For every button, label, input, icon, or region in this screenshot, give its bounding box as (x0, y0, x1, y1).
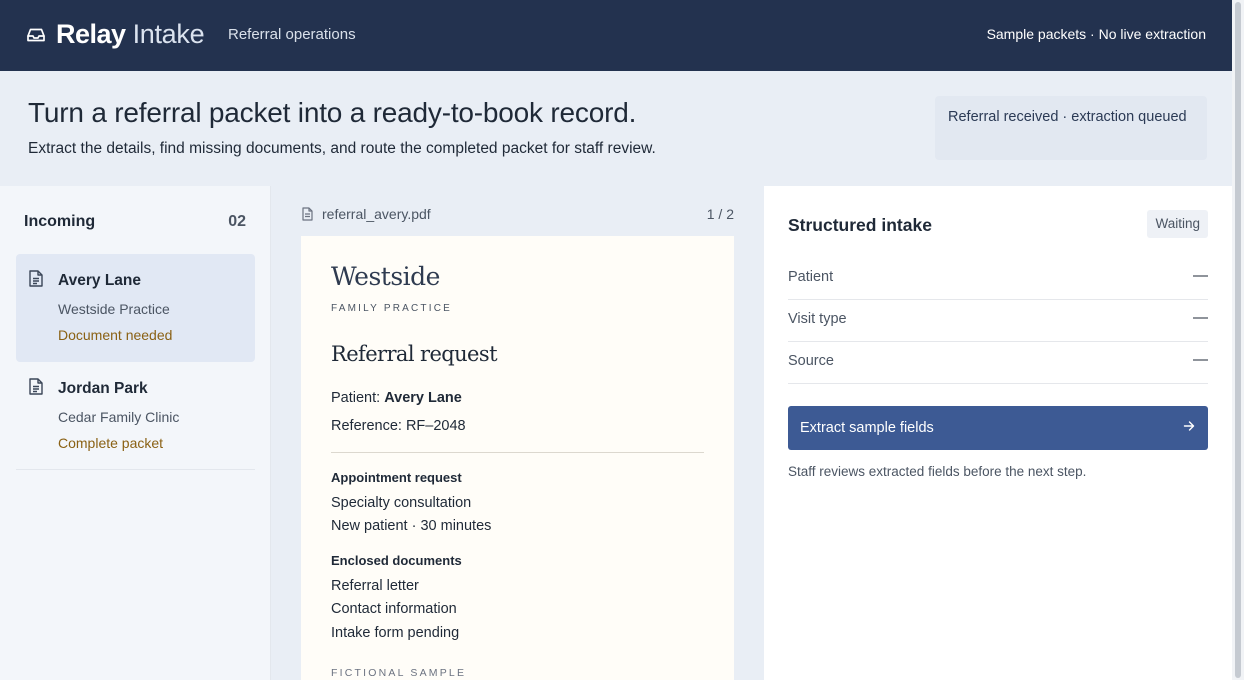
sidebar-heading: Incoming (24, 213, 96, 230)
file-bar: referral_avery.pdf (302, 206, 431, 222)
brand-subtitle: Intake (132, 19, 205, 49)
field-label: Visit type (788, 311, 847, 327)
arrow-right-icon (1182, 419, 1196, 433)
document-icon (29, 270, 43, 287)
enclosed-line: Contact information (331, 601, 457, 617)
card-practice: Cedar Family Clinic (58, 409, 180, 425)
document-viewer: referral_avery.pdf 1 / 2 Westside FAMILY… (272, 186, 763, 680)
card-status: Document needed (58, 327, 173, 343)
enclosed-line: Referral letter (331, 578, 419, 594)
structured-intake-panel: Structured intake Waiting Patient — Visi… (764, 186, 1232, 680)
status-badge: Referral received · extraction queued (935, 96, 1207, 160)
inbox-icon (26, 25, 46, 45)
sidebar-divider (16, 469, 255, 470)
page-subtitle: Extract the details, find missing docume… (28, 140, 656, 157)
referral-card-jordan-park[interactable]: Jordan Park Cedar Family Clinic Complete… (16, 362, 255, 470)
referral-card-avery-lane[interactable]: Avery Lane Westside Practice Document ne… (16, 254, 255, 362)
button-label: Extract sample fields (800, 420, 934, 436)
scrollbar-thumb[interactable] (1235, 2, 1241, 678)
page-title: Turn a referral packet into a ready-to-b… (28, 97, 637, 128)
enclosed-heading: Enclosed documents (331, 553, 462, 568)
nav-referral-operations[interactable]: Referral operations (228, 26, 356, 43)
file-icon (302, 207, 313, 221)
card-patient-name: Avery Lane (58, 272, 141, 289)
appointment-line: New patient · 30 minutes (331, 518, 492, 534)
appointment-line: Specialty consultation (331, 495, 472, 511)
card-status: Complete packet (58, 435, 164, 451)
field-patient: Patient — (788, 258, 1208, 300)
document-divider (331, 452, 704, 453)
incoming-sidebar: Incoming 02 Avery Lane Westside Practice… (0, 186, 271, 680)
document-footer: FICTIONAL SAMPLE (331, 667, 467, 679)
top-bar: Relay Intake Referral operations Sample … (0, 0, 1232, 71)
patient-line: Patient: Avery Lane (331, 390, 462, 406)
field-visit-type: Visit type — (788, 300, 1208, 342)
file-name: referral_avery.pdf (322, 206, 431, 222)
practice-logo-subtitle: FAMILY PRACTICE (331, 303, 452, 314)
document-icon (29, 378, 43, 395)
patient-label: Patient: (331, 390, 381, 406)
page-scrollbar[interactable] (1232, 0, 1244, 680)
field-value: — (1193, 351, 1208, 368)
document-title: Referral request (331, 342, 498, 366)
panel-status-badge: Waiting (1147, 210, 1208, 238)
appointment-heading: Appointment request (331, 470, 462, 485)
page-indicator: 1 / 2 (706, 206, 734, 222)
patient-name: Avery Lane (384, 390, 462, 406)
hero-section: Turn a referral packet into a ready-to-b… (0, 71, 1232, 186)
field-label: Patient (788, 269, 834, 285)
brand[interactable]: Relay Intake (26, 19, 205, 50)
reference-line: Reference: RF–2048 (331, 418, 466, 434)
helper-text: Staff reviews extracted fields before th… (788, 464, 1087, 479)
sidebar-count: 02 (228, 213, 246, 230)
card-practice: Westside Practice (58, 301, 170, 317)
top-status-text: Sample packets · No live extraction (986, 26, 1206, 42)
card-patient-name: Jordan Park (58, 380, 148, 397)
extract-sample-fields-button[interactable]: Extract sample fields (788, 406, 1208, 450)
field-source: Source — (788, 342, 1208, 384)
brand-name: Relay (56, 19, 126, 49)
panel-title: Structured intake (788, 215, 932, 235)
field-value: — (1193, 267, 1208, 284)
field-label: Source (788, 353, 834, 369)
enclosed-line: Intake form pending (331, 625, 460, 641)
field-value: — (1193, 309, 1208, 326)
practice-logo: Westside (331, 262, 440, 291)
document-page: Westside FAMILY PRACTICE Referral reques… (301, 236, 734, 680)
